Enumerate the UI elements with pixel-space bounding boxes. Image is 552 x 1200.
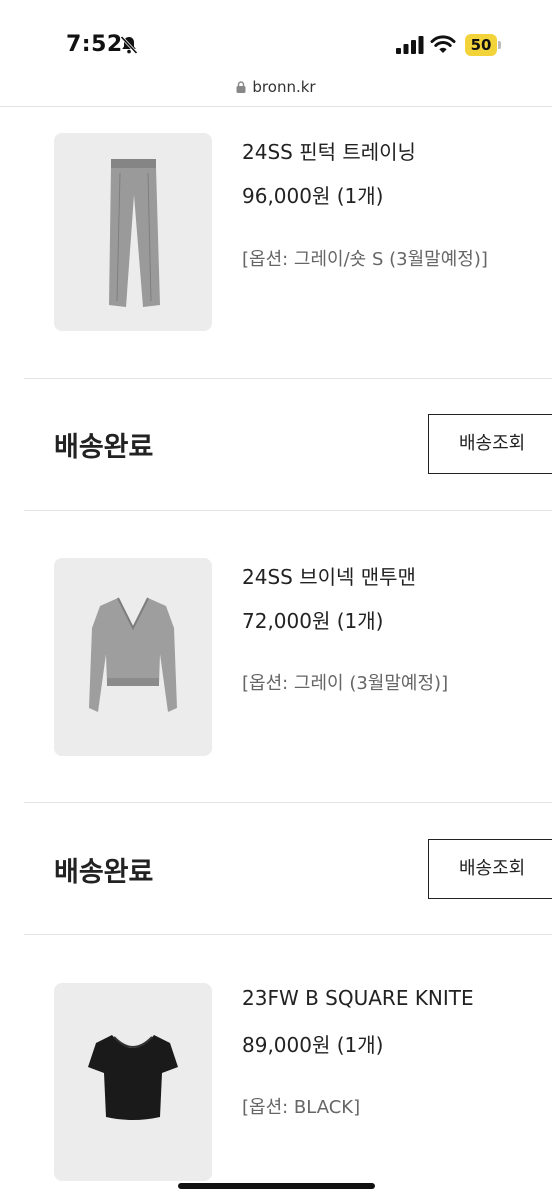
- home-indicator[interactable]: [178, 1183, 375, 1189]
- cellular-signal-icon: [396, 36, 424, 54]
- battery-level: 50: [465, 34, 497, 56]
- trousers-image: [109, 159, 160, 307]
- divider: [24, 802, 552, 803]
- product-image[interactable]: [54, 133, 212, 331]
- wifi-icon: [430, 35, 456, 53]
- product-price: 72,000원 (1개): [242, 609, 384, 633]
- knit-top-image: [88, 1035, 178, 1120]
- product-option: [옵션: BLACK]: [242, 1097, 361, 1118]
- product-option: [옵션: 그레이/숏 S (3월말예정)]: [242, 249, 488, 270]
- product-name[interactable]: 23FW B SQUARE KNITE: [242, 986, 474, 1010]
- bell-muted-icon: [120, 35, 138, 55]
- product-image[interactable]: [54, 983, 212, 1181]
- product-name[interactable]: 24SS 브이넥 맨투맨: [242, 561, 416, 590]
- track-delivery-button[interactable]: 배송조회: [428, 414, 552, 474]
- product-price: 96,000원 (1개): [242, 184, 384, 208]
- status-time: 7:52: [66, 32, 123, 57]
- product-name[interactable]: 24SS 핀턱 트레이닝: [242, 136, 416, 165]
- product-image[interactable]: [54, 558, 212, 756]
- divider: [24, 934, 552, 935]
- sweatshirt-image: [89, 597, 177, 712]
- status-bar: 7:52 50: [0, 0, 552, 70]
- url-text: bronn.kr: [252, 78, 316, 96]
- delivery-status-title: 배송완료: [54, 432, 154, 463]
- battery-icon: 50: [465, 34, 501, 56]
- product-option: [옵션: 그레이 (3월말예정)]: [242, 673, 449, 694]
- track-delivery-button[interactable]: 배송조회: [428, 839, 552, 899]
- delivery-status-title: 배송완료: [54, 857, 154, 888]
- lock-icon: [236, 81, 246, 93]
- divider: [24, 378, 552, 379]
- browser-url-bar[interactable]: bronn.kr: [0, 70, 552, 107]
- divider: [24, 510, 552, 511]
- product-price: 89,000원 (1개): [242, 1033, 384, 1057]
